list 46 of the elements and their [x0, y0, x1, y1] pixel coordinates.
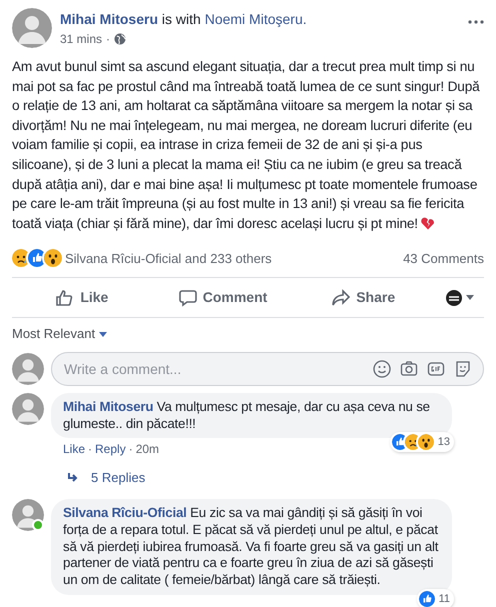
comment-bubble: Silvana Rîciu-Oficial Eu zic sa va mai gândiți și să găsiți în voi forța de a repara totul. E păcat să vă pierdeți unul pe altul, e păcat să vă pierdeți iubirea frumoasă. Va fi foarte greu să va gasiți un alt partener de viată pentru ca e foarte greu în ziua de azi să găsești un om de calitate ( femeie/bărbat) lângă care să trăiești.: [51, 498, 452, 595]
sort-dropdown[interactable]: Most Relevant: [12, 324, 96, 344]
reply-arrow-icon: [67, 473, 79, 484]
wow-reaction-icon: [44, 249, 62, 268]
author-link[interactable]: Mihai Mitoseru: [60, 11, 158, 27]
sticker-icon[interactable]: [454, 360, 472, 378]
share-arrow-icon: [332, 288, 350, 307]
broken-heart-icon: [421, 216, 436, 230]
separator-dot: ·: [128, 441, 133, 458]
like-button[interactable]: Like: [12, 282, 153, 314]
comment-time[interactable]: 20m: [136, 440, 160, 458]
more-options-icon[interactable]: [468, 20, 484, 24]
smiley-icon[interactable]: [373, 360, 391, 378]
thumbs-up-icon: [56, 288, 74, 307]
separator-dot: ·: [88, 441, 92, 458]
post-text: Am avut bunul simt sa ascund elegant situația, dar a trecut prea mult timp si nu mai pot sa fac pe prostul când ma întreabă toată lumea de ce sunt singur! După o relație de 13 ani, am holtarat ca săptămâna viitoare sa mergem la notar și sa divorțăm! Nu ne mai înțelegeam, nu mai mergea, ne doream lucruri diferite (eu voiam familie și copii, ea intrase in criza femeii de 32 de ani și și-a pus silicoane), și de 3 luni a plecat la mama ei! Știu ca ne iubim (e greu sa treacă după atâția ani), dar e mai bine așa! Ii mulțumesc pt toate momentele frumoase pe care le-am trăit împreuna (și au fost multe in 13 ani!) și vreau sa fie fericita toată viața (chiar și fără mine), dar îmi doresc același lucru și pt mine!: [12, 58, 481, 233]
gif-icon[interactable]: [427, 360, 445, 378]
sad-reaction-icon: [12, 249, 30, 268]
reactions-summary[interactable]: Silvana Rîciu-Oficial and 233 others: [65, 248, 272, 268]
comment-reactions[interactable]: 13: [390, 432, 454, 452]
like-reaction-icon: [28, 249, 46, 268]
caret-icon[interactable]: [466, 295, 474, 300]
comment-field[interactable]: Write a comment...: [51, 352, 484, 386]
camera-icon[interactable]: [400, 360, 418, 378]
separator-dot: ·: [106, 31, 110, 48]
like-reaction-icon: [392, 434, 408, 450]
caret-icon[interactable]: [99, 332, 108, 337]
tagged-link[interactable]: Noemi Mitoşeru.: [204, 11, 307, 27]
post-time[interactable]: 31 mins: [60, 30, 102, 48]
wow-reaction-icon: [418, 434, 434, 450]
comment-action-link[interactable]: Like: [63, 440, 86, 458]
avatar-icon[interactable]: [12, 392, 44, 425]
avatar-icon[interactable]: [12, 352, 44, 385]
sad-reaction-icon: [404, 434, 421, 450]
comment-bubble: Mihai Mitoseru Va mulțumesc pt mesaje, dar cu așa ceva nu se glumeste.. din păcate!!!: [51, 392, 452, 438]
comments-count[interactable]: 43 Comments: [403, 248, 484, 268]
comment-button[interactable]: Comment: [152, 282, 294, 314]
tagged-text: is with: [162, 11, 201, 27]
replies-link[interactable]: 5 Replies: [91, 468, 146, 488]
profile-avatar-icon[interactable]: [446, 290, 462, 306]
globe-icon: [114, 33, 126, 45]
comment-action-link[interactable]: Reply: [95, 440, 126, 458]
avatar-icon[interactable]: [12, 8, 52, 48]
speech-bubble-icon: [178, 288, 197, 307]
comment-reactions[interactable]: 11: [418, 588, 454, 607]
share-button[interactable]: Share: [293, 282, 434, 314]
